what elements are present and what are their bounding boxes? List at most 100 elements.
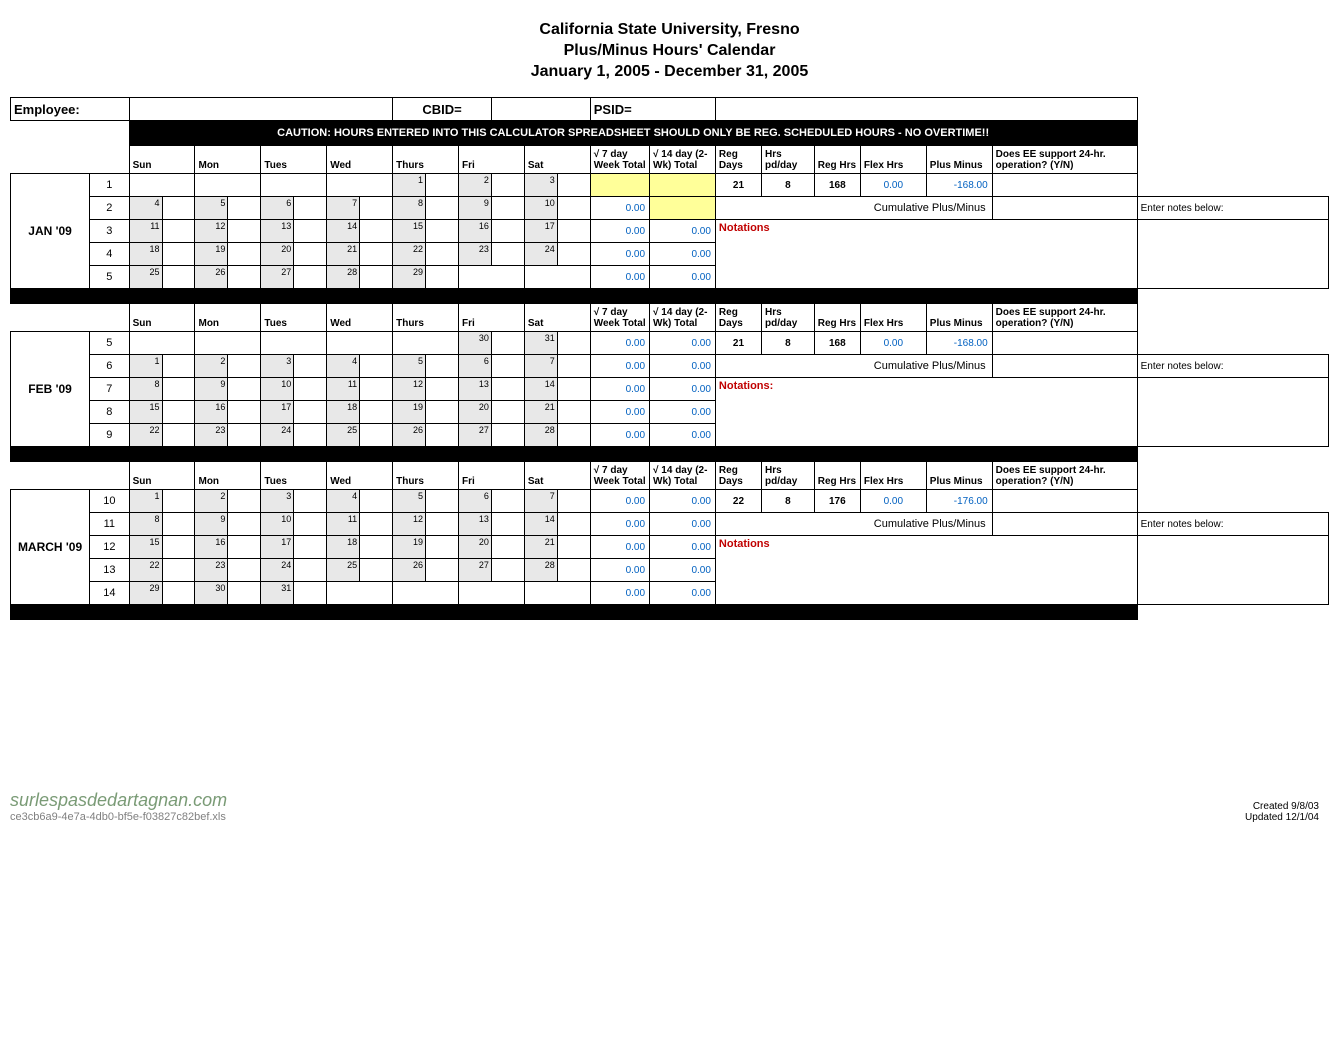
empty-day[interactable] xyxy=(129,332,195,355)
hours-cell[interactable] xyxy=(360,355,393,378)
hours-cell[interactable] xyxy=(228,490,261,513)
hours-cell[interactable] xyxy=(228,513,261,536)
date-cell[interactable]: 13 xyxy=(458,513,491,536)
notes-area[interactable] xyxy=(1137,536,1328,605)
date-cell[interactable]: 9 xyxy=(458,197,491,220)
date-cell[interactable]: 6 xyxy=(261,197,294,220)
hours-cell[interactable] xyxy=(491,490,524,513)
date-cell[interactable]: 15 xyxy=(393,220,426,243)
hours-cell[interactable] xyxy=(294,243,327,266)
notes-area[interactable] xyxy=(1137,378,1328,447)
hours-cell[interactable] xyxy=(360,536,393,559)
hours-cell[interactable] xyxy=(360,220,393,243)
hours-cell[interactable] xyxy=(228,378,261,401)
hours-cell[interactable] xyxy=(162,513,195,536)
date-cell[interactable]: 7 xyxy=(524,490,557,513)
empty-day[interactable] xyxy=(458,266,524,289)
date-cell[interactable]: 28 xyxy=(327,266,360,289)
date-cell[interactable]: 25 xyxy=(327,559,360,582)
hours-cell[interactable] xyxy=(491,559,524,582)
date-cell[interactable]: 27 xyxy=(261,266,294,289)
date-cell[interactable]: 30 xyxy=(195,582,228,605)
date-cell[interactable]: 31 xyxy=(524,332,557,355)
empty-day[interactable] xyxy=(524,266,590,289)
empty-day[interactable] xyxy=(327,582,393,605)
date-cell[interactable]: 17 xyxy=(524,220,557,243)
hours-cell[interactable] xyxy=(294,197,327,220)
hours-cell[interactable] xyxy=(162,378,195,401)
ee-support-input[interactable] xyxy=(992,490,1137,513)
date-cell[interactable]: 19 xyxy=(393,536,426,559)
date-cell[interactable]: 1 xyxy=(129,490,162,513)
hours-cell[interactable] xyxy=(162,243,195,266)
hours-cell[interactable] xyxy=(162,401,195,424)
date-cell[interactable]: 26 xyxy=(195,266,228,289)
date-cell[interactable]: 15 xyxy=(129,401,162,424)
date-cell[interactable]: 7 xyxy=(524,355,557,378)
hours-cell[interactable] xyxy=(360,266,393,289)
date-cell[interactable]: 5 xyxy=(195,197,228,220)
date-cell[interactable]: 19 xyxy=(393,401,426,424)
hours-cell[interactable] xyxy=(426,490,459,513)
hours-cell[interactable] xyxy=(228,197,261,220)
date-cell[interactable]: 2 xyxy=(458,174,491,197)
hours-cell[interactable] xyxy=(557,424,590,447)
hours-cell[interactable] xyxy=(426,378,459,401)
hours-cell[interactable] xyxy=(426,266,459,289)
date-cell[interactable]: 22 xyxy=(129,559,162,582)
date-cell[interactable]: 11 xyxy=(327,378,360,401)
hours-cell[interactable] xyxy=(491,220,524,243)
date-cell[interactable]: 10 xyxy=(524,197,557,220)
date-cell[interactable]: 14 xyxy=(524,513,557,536)
date-cell[interactable]: 22 xyxy=(393,243,426,266)
notations-area[interactable]: Notations xyxy=(715,220,1137,289)
hours-cell[interactable] xyxy=(228,559,261,582)
date-cell[interactable]: 5 xyxy=(393,355,426,378)
empty-day[interactable] xyxy=(327,174,393,197)
hours-cell[interactable] xyxy=(426,197,459,220)
date-cell[interactable]: 10 xyxy=(261,513,294,536)
hours-cell[interactable] xyxy=(557,355,590,378)
employee-input[interactable] xyxy=(129,98,393,121)
hours-cell[interactable] xyxy=(294,490,327,513)
hours-cell[interactable] xyxy=(557,243,590,266)
hours-cell[interactable] xyxy=(491,243,524,266)
hours-cell[interactable] xyxy=(228,401,261,424)
date-cell[interactable]: 15 xyxy=(129,536,162,559)
date-cell[interactable]: 16 xyxy=(195,401,228,424)
date-cell[interactable]: 22 xyxy=(129,424,162,447)
date-cell[interactable]: 12 xyxy=(393,378,426,401)
hours-cell[interactable] xyxy=(491,355,524,378)
hours-cell[interactable] xyxy=(557,401,590,424)
date-cell[interactable]: 25 xyxy=(129,266,162,289)
hours-cell[interactable] xyxy=(294,582,327,605)
date-cell[interactable]: 14 xyxy=(524,378,557,401)
date-cell[interactable]: 18 xyxy=(327,401,360,424)
hours-cell[interactable] xyxy=(426,424,459,447)
empty-day[interactable] xyxy=(393,332,459,355)
hours-cell[interactable] xyxy=(228,243,261,266)
date-cell[interactable]: 24 xyxy=(261,559,294,582)
date-cell[interactable]: 17 xyxy=(261,536,294,559)
date-cell[interactable]: 24 xyxy=(524,243,557,266)
hours-cell[interactable] xyxy=(228,355,261,378)
hours-cell[interactable] xyxy=(491,378,524,401)
notations-area[interactable]: Notations: xyxy=(715,378,1137,447)
hours-cell[interactable] xyxy=(360,378,393,401)
hours-cell[interactable] xyxy=(557,490,590,513)
date-cell[interactable]: 3 xyxy=(261,490,294,513)
hours-cell[interactable] xyxy=(491,513,524,536)
date-cell[interactable]: 29 xyxy=(129,582,162,605)
psid-input[interactable] xyxy=(715,98,1137,121)
hours-cell[interactable] xyxy=(162,536,195,559)
empty-day[interactable] xyxy=(195,174,261,197)
hours-cell[interactable] xyxy=(491,332,524,355)
date-cell[interactable]: 27 xyxy=(458,424,491,447)
date-cell[interactable]: 18 xyxy=(129,243,162,266)
hours-cell[interactable] xyxy=(360,490,393,513)
hours-cell[interactable] xyxy=(426,243,459,266)
hours-cell[interactable] xyxy=(491,536,524,559)
date-cell[interactable]: 13 xyxy=(261,220,294,243)
hours-cell[interactable] xyxy=(557,220,590,243)
hours-cell[interactable] xyxy=(491,401,524,424)
